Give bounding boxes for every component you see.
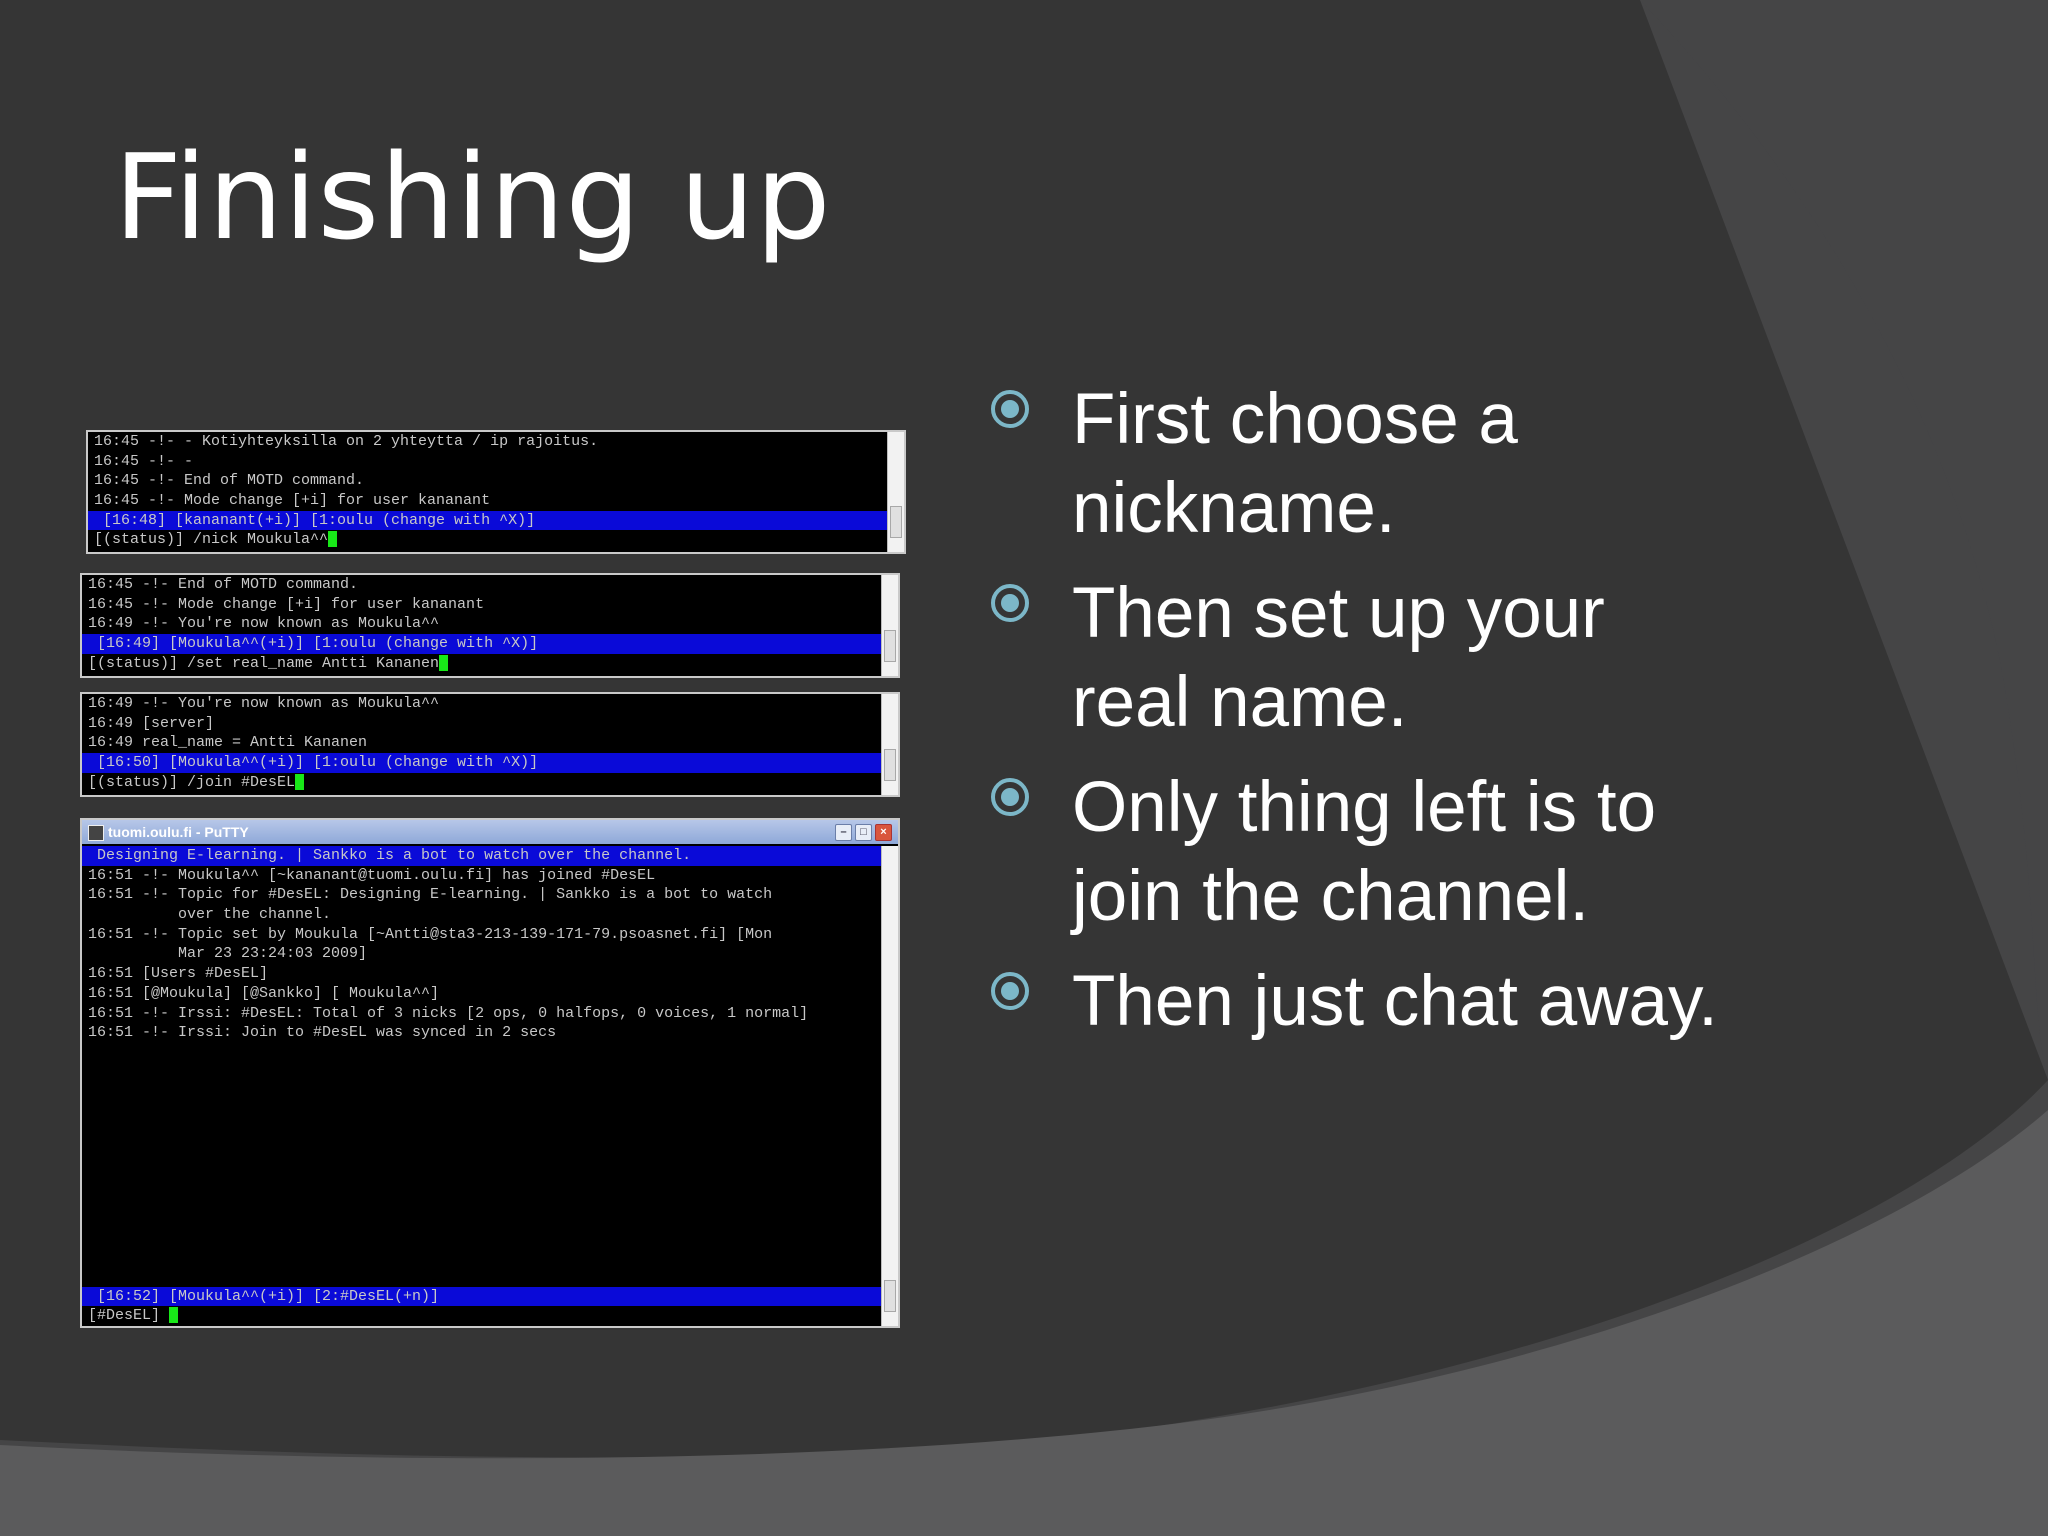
- bullet-item: Only thing left is to join the channel.: [990, 763, 2010, 941]
- circle-target-icon: [991, 778, 1029, 816]
- bullet-text: Then just chat away.: [1072, 962, 1718, 1041]
- terminal-line: 16:45 -!- -: [94, 452, 194, 470]
- terminal-input-row: [(status)] /join #DesEL: [82, 773, 898, 793]
- terminal-line: Mar 23 23:24:03 2009]: [88, 945, 368, 963]
- cursor-block: [295, 773, 305, 790]
- terminal-input-line: [(status)] /nick Moukula^^: [94, 531, 329, 549]
- maximize-icon[interactable]: □: [855, 824, 872, 841]
- cursor-block: [169, 1307, 179, 1324]
- terminal-input-line: [#DesEL]: [88, 1307, 170, 1325]
- terminal-line: 16:49 -!- You're now known as Moukula^^: [88, 615, 440, 633]
- terminal-line: 16:45 -!- Mode change [+i] for user kana…: [94, 492, 491, 510]
- terminal-screenshot-realname: 16:45 -!- End of MOTD command. 16:45 -!-…: [80, 573, 900, 678]
- scrollbar[interactable]: [881, 846, 898, 1326]
- scrollbar[interactable]: [887, 432, 904, 552]
- bullet-item: Then just chat away.: [990, 957, 2010, 1046]
- terminal-line: 16:51 -!- Irssi: Join to #DesEL was sync…: [88, 1024, 557, 1042]
- cursor-block: [439, 654, 449, 671]
- scrollbar-thumb[interactable]: [884, 749, 896, 781]
- putty-window: tuomi.oulu.fi - PuTTY – □ × Designing E-…: [80, 818, 900, 1328]
- terminal-line: 16:51 -!- Topic for #DesEL: Designing E-…: [88, 886, 773, 904]
- window-title: tuomi.oulu.fi - PuTTY: [108, 824, 249, 840]
- bullet-text: Then set up your real name.: [1072, 574, 1605, 742]
- circle-target-icon: [991, 390, 1029, 428]
- terminal-line: 16:45 -!- - Kotiyhteyksilla on 2 yhteytt…: [94, 433, 599, 450]
- terminal-line: 16:45 -!- End of MOTD command.: [88, 576, 359, 593]
- terminal-line: 16:51 -!- Irssi: #DesEL: Total of 3 nick…: [88, 1004, 809, 1022]
- terminal-line: 16:51 [Users #DesEL]: [88, 965, 269, 983]
- terminal-input-row: [(status)] /nick Moukula^^: [88, 530, 904, 550]
- terminal-status-bar: [16:49] [Moukula^^(+i)] [1:oulu (change …: [82, 634, 898, 654]
- terminal-line: 16:49 -!- You're now known as Moukula^^: [88, 695, 440, 712]
- scrollbar-thumb[interactable]: [884, 1280, 896, 1312]
- close-icon[interactable]: ×: [875, 824, 892, 841]
- terminal-line: 16:49 [server]: [88, 714, 215, 732]
- circle-target-icon: [991, 972, 1029, 1010]
- terminal-status-bar: [16:48] [kananant(+i)] [1:oulu (change w…: [88, 510, 904, 531]
- terminal-input-row: [(status)] /set real_name Antti Kananen: [82, 654, 898, 674]
- putty-icon: [88, 825, 104, 841]
- terminal-screenshot-nick: 16:45 -!- - Kotiyhteyksilla on 2 yhteytt…: [86, 430, 906, 554]
- bullet-list: First choose a nickname. Then set up your…: [990, 375, 2010, 1062]
- bullet-item: First choose a nickname.: [990, 375, 2010, 553]
- terminal-status-bar: [16:52] [Moukula^^(+i)] [2:#DesEL(+n)]: [82, 1286, 882, 1307]
- circle-target-icon: [991, 584, 1029, 622]
- scrollbar[interactable]: [881, 694, 898, 795]
- cursor-block: [328, 531, 338, 548]
- scrollbar-thumb[interactable]: [890, 506, 902, 538]
- terminal-body[interactable]: Designing E-learning. | Sankko is a bot …: [82, 846, 882, 1326]
- bullet-text: Only thing left is to join the channel.: [1072, 768, 1657, 936]
- terminal-line: 16:51 -!- Topic set by Moukula [~Antti@s…: [88, 925, 773, 943]
- terminal-input-line: [(status)] /join #DesEL: [88, 773, 296, 791]
- terminal-input-line: [(status)] /set real_name Antti Kananen: [88, 654, 440, 672]
- terminal-line: 16:51 [@Moukula] [@Sankko] [ Moukula^^]: [88, 984, 440, 1002]
- scrollbar-thumb[interactable]: [884, 630, 896, 662]
- terminal-status-bar: [16:50] [Moukula^^(+i)] [1:oulu (change …: [82, 753, 898, 773]
- terminal-line: over the channel.: [88, 906, 332, 924]
- slide-title: Finishing up: [114, 128, 832, 266]
- topic-bar: Designing E-learning. | Sankko is a bot …: [82, 846, 882, 866]
- terminal-line: 16:51 -!- Moukula^^ [~kananant@tuomi.oul…: [88, 866, 656, 884]
- window-titlebar[interactable]: tuomi.oulu.fi - PuTTY – □ ×: [82, 820, 898, 844]
- terminal-input-row: [#DesEL]: [82, 1306, 882, 1326]
- bullet-item: Then set up your real name.: [990, 569, 2010, 747]
- terminal-line: 16:49 real_name = Antti Kananen: [88, 734, 368, 752]
- minimize-icon[interactable]: –: [835, 824, 852, 841]
- terminal-line: 16:45 -!- Mode change [+i] for user kana…: [88, 595, 485, 613]
- terminal-line: 16:45 -!- End of MOTD command.: [94, 472, 365, 490]
- bullet-text: First choose a nickname.: [1072, 380, 1518, 548]
- scrollbar[interactable]: [881, 575, 898, 676]
- terminal-screenshot-join: 16:49 -!- You're now known as Moukula^^ …: [80, 692, 900, 797]
